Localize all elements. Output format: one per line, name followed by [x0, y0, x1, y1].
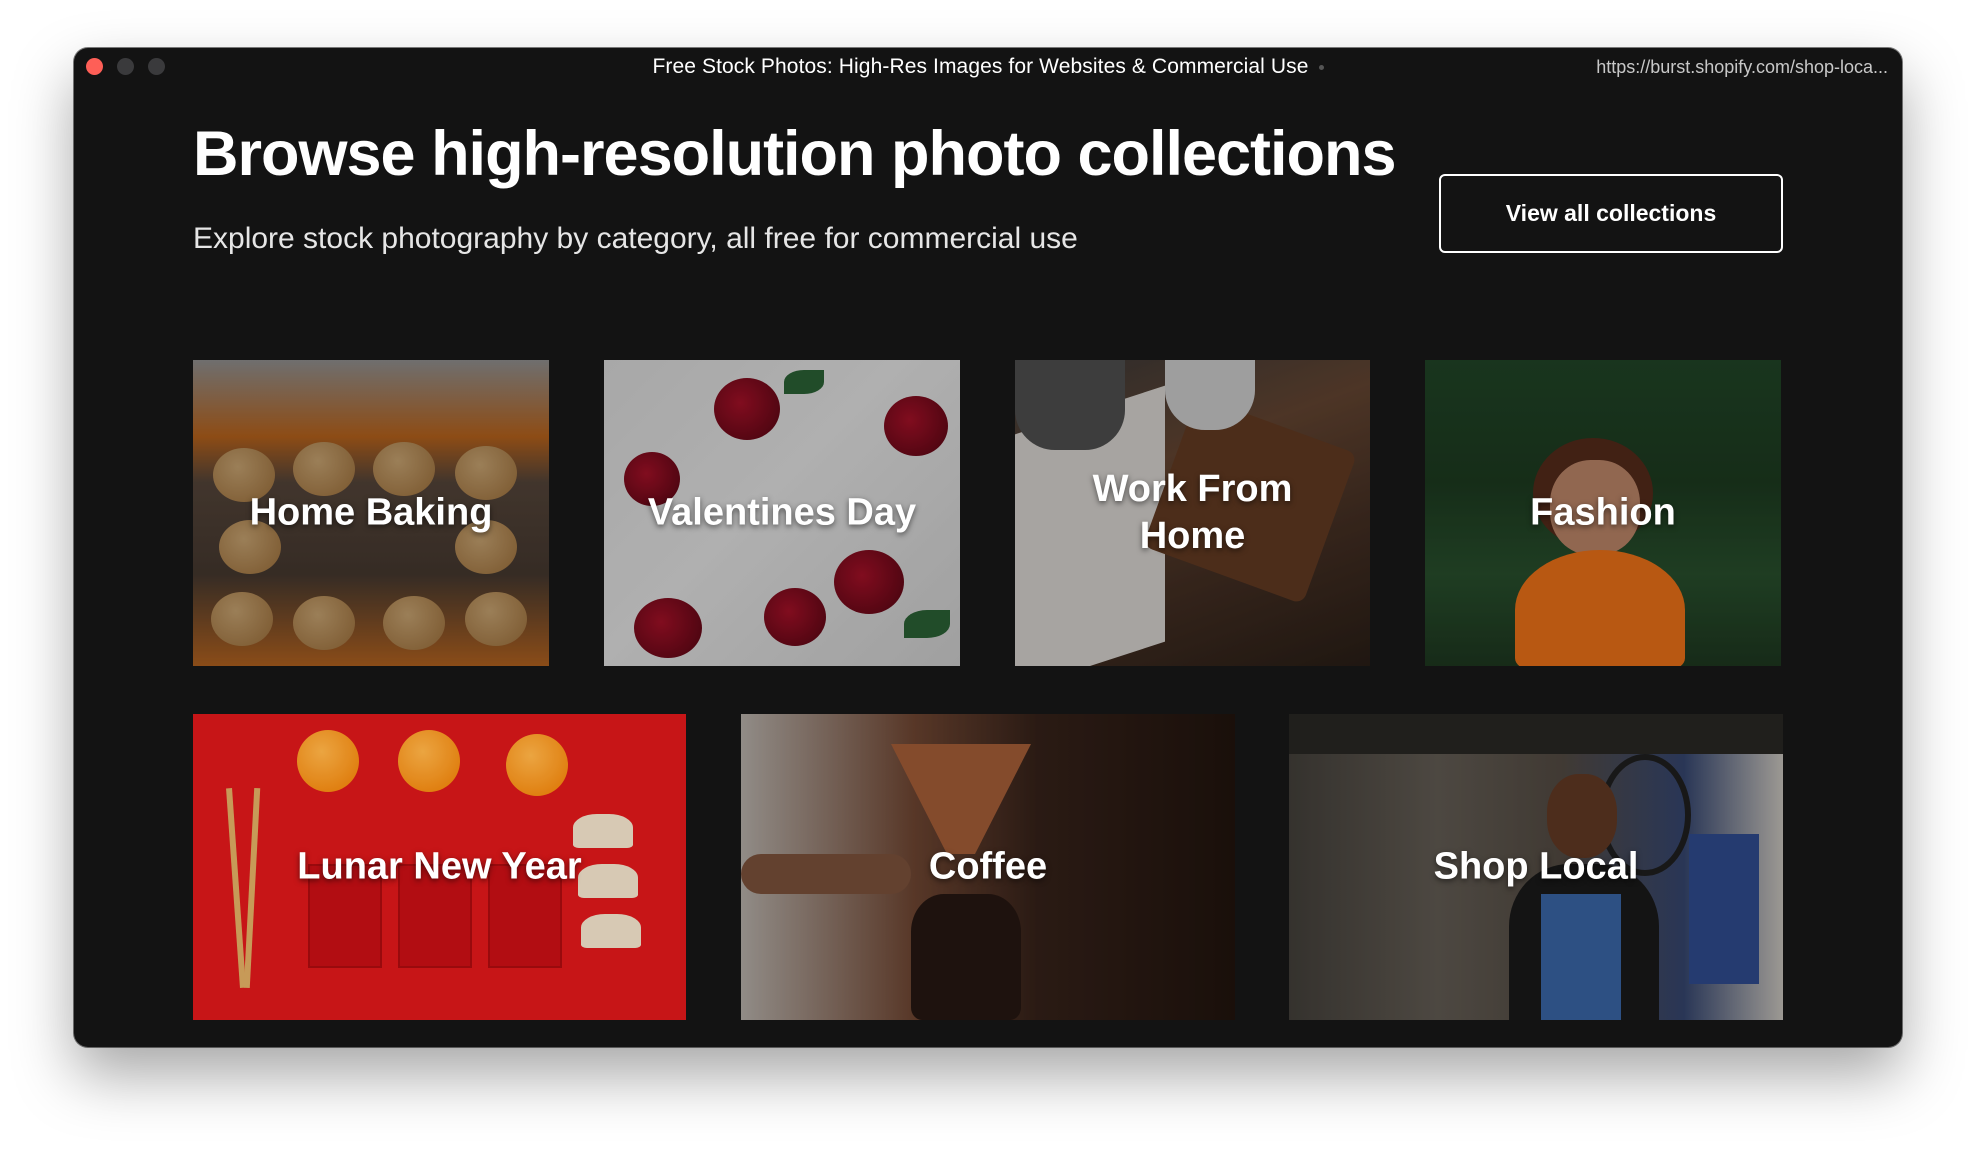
- collection-tile-coffee[interactable]: Coffee: [741, 714, 1235, 1020]
- view-all-collections-button[interactable]: View all collections: [1439, 174, 1783, 253]
- collection-label: Shop Local: [1433, 845, 1639, 888]
- collection-label: Work From Home: [1092, 468, 1293, 557]
- title-bar: Free Stock Photos: High-Res Images for W…: [74, 48, 1902, 84]
- window-title-text: Free Stock Photos: High-Res Images for W…: [652, 55, 1309, 78]
- collection-tile-fashion[interactable]: Fashion: [1425, 360, 1781, 666]
- page-title: Browse high-resolution photo collections: [193, 119, 1397, 189]
- collection-tile-shop-local[interactable]: Shop Local: [1289, 714, 1783, 1020]
- collection-tile-lunar-new-year[interactable]: Lunar New Year: [193, 714, 686, 1020]
- browser-window: Free Stock Photos: High-Res Images for W…: [74, 48, 1902, 1047]
- collection-label: Coffee: [928, 845, 1048, 888]
- collection-label: Fashion: [1530, 491, 1676, 534]
- collection-label: Lunar New Year: [297, 845, 582, 888]
- url-display[interactable]: https://burst.shopify.com/shop-loca...: [1596, 57, 1888, 78]
- collection-tile-home-baking[interactable]: Home Baking: [193, 360, 549, 666]
- title-dot-icon: [1318, 64, 1324, 70]
- collection-tile-work-from-home[interactable]: Work From Home: [1015, 360, 1370, 666]
- page-subtitle: Explore stock photography by category, a…: [193, 222, 1078, 255]
- collection-label: Valentines Day: [647, 491, 917, 534]
- collection-tile-valentines-day[interactable]: Valentines Day: [604, 360, 960, 666]
- collection-label: Home Baking: [249, 491, 493, 534]
